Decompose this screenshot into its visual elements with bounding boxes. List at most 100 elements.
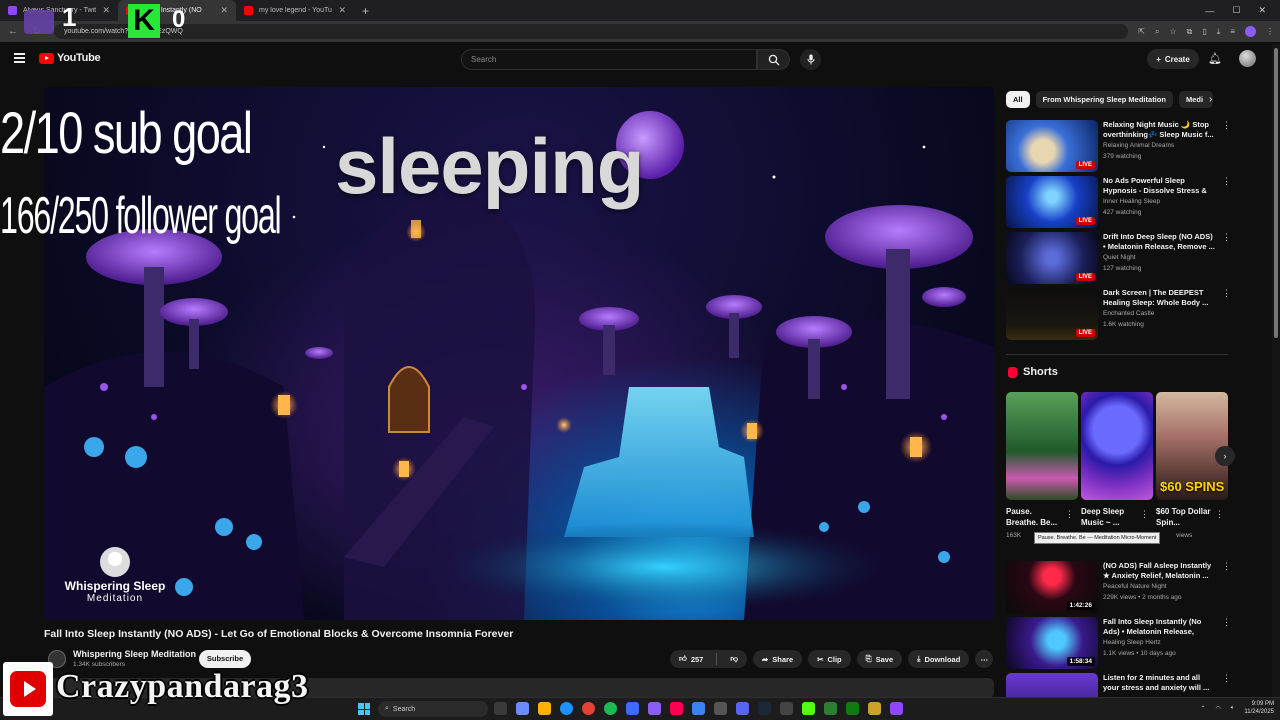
rec-title[interactable]: Listen for 2 minutes and all your stress… [1103, 673, 1215, 693]
rec-title[interactable]: Drift Into Deep Sleep (NO ADS) • Melaton… [1103, 232, 1215, 252]
twitch-icon[interactable] [890, 702, 903, 715]
notifications-bell-icon[interactable]: 🔔︎ [1208, 52, 1222, 65]
more-vert-icon[interactable]: ⋮ [1140, 509, 1149, 520]
more-vert-icon[interactable]: ⋮ [1222, 561, 1231, 572]
chevron-right-icon[interactable]: › [1209, 94, 1212, 105]
scrollbar-thumb[interactable] [1274, 48, 1278, 338]
obs-icon[interactable] [780, 702, 793, 715]
more-vert-icon[interactable]: ⋮ [1222, 176, 1231, 187]
more-vert-icon[interactable]: ⋮ [1222, 232, 1231, 243]
recommendation-item[interactable]: LIVE Dark Screen | The DEEPEST Healing S… [1006, 288, 1231, 340]
tiktok-icon[interactable] [670, 702, 683, 715]
video-thumbnail[interactable]: LIVE [1006, 176, 1098, 228]
rec-title[interactable]: No Ads Powerful Sleep Hypnosis - Dissolv… [1103, 176, 1215, 196]
steam-icon[interactable] [758, 702, 771, 715]
recommendation-item[interactable]: LIVE Drift Into Deep Sleep (NO ADS) • Me… [1006, 232, 1231, 284]
discord-icon[interactable] [736, 702, 749, 715]
tab-close-icon[interactable]: ✕ [338, 5, 346, 16]
short-thumbnail[interactable] [1081, 392, 1153, 500]
task-view-icon[interactable] [494, 702, 507, 715]
clock[interactable]: 9:09 PM 11/24/2025 [1244, 700, 1274, 716]
taskbar-search[interactable]: ⌕ Search [378, 701, 488, 717]
recommendation-item[interactable]: Listen for 2 minutes and all your stress… [1006, 673, 1228, 697]
url-field[interactable]: youtube.com/watch?v=MBN...EzQWQ [54, 24, 1129, 39]
short-thumbnail[interactable]: $60 SPINS [1156, 392, 1228, 500]
recommendation-item[interactable]: 1:58:34 Fall Into Sleep Instantly (No Ad… [1006, 617, 1231, 669]
save-button[interactable]: ⎘ Save [856, 650, 903, 668]
app-icon[interactable] [692, 702, 705, 715]
tab-my-love-legend[interactable]: my love legend - YouTube ✕ [236, 0, 354, 21]
short-title[interactable]: Deep Sleep Music ~ ... [1081, 506, 1139, 528]
more-vert-icon[interactable]: ⋮ [1065, 509, 1074, 520]
search-button[interactable] [757, 49, 790, 70]
windows-start-icon[interactable] [358, 703, 370, 715]
rec-channel[interactable]: Enchanted Castle [1103, 310, 1154, 317]
short-title[interactable]: $60 Top Dollar Spin... [1156, 506, 1214, 528]
more-vert-icon[interactable]: ⋮ [1222, 673, 1228, 684]
app-icon[interactable] [714, 702, 727, 715]
app-icon[interactable] [648, 702, 661, 715]
volume-icon[interactable]: 🔈︎ [1231, 705, 1235, 712]
search-input[interactable]: Search [461, 49, 757, 70]
rec-channel[interactable]: Peaceful Nature Night [1103, 583, 1167, 590]
profile-icon[interactable] [1245, 26, 1256, 37]
create-button[interactable]: + Create [1147, 49, 1199, 69]
share-button[interactable]: ➦ Share [752, 650, 803, 668]
spotify-icon[interactable] [604, 702, 617, 715]
more-actions-button[interactable]: ⋯ [975, 650, 994, 668]
chrome-icon[interactable] [582, 702, 595, 715]
back-icon[interactable]: ← [6, 26, 20, 37]
chip-medi[interactable]: Medi [1178, 91, 1213, 108]
rec-channel[interactable]: Quiet Night [1103, 254, 1136, 261]
hamburger-menu-icon[interactable] [14, 53, 25, 63]
maximize-icon[interactable]: ☐ [1232, 5, 1240, 16]
rec-title[interactable]: Relaxing Night Music 🌙 Stop overthinking… [1103, 120, 1215, 140]
video-thumbnail[interactable]: LIVE [1006, 288, 1098, 340]
rec-title[interactable]: (NO ADS) Fall Asleep Instantly ★ Anxiety… [1103, 561, 1215, 581]
more-vert-icon[interactable]: ⋮ [1222, 288, 1231, 299]
tab-close-icon[interactable]: ✕ [102, 5, 110, 16]
dislike-button[interactable]: 👎︎ [721, 650, 747, 668]
rec-title[interactable]: Dark Screen | The DEEPEST Healing Sleep:… [1103, 288, 1215, 308]
file-explorer-icon[interactable] [538, 702, 551, 715]
download-icon[interactable]: ⤓ [1217, 27, 1221, 37]
chip-all[interactable]: All [1006, 91, 1030, 108]
tab-close-icon[interactable]: ✕ [220, 5, 228, 16]
rec-channel[interactable]: Healing Sleep Hertz [1103, 639, 1161, 646]
minimize-icon[interactable]: — [1205, 6, 1214, 16]
sidebar-icon[interactable]: ▯ [1202, 27, 1206, 36]
tray-chevron-icon[interactable]: ⌃ [1201, 705, 1206, 712]
rec-channel[interactable]: Relaxing Animal Dreams [1103, 142, 1174, 149]
more-vert-icon[interactable]: ⋮ [1215, 509, 1224, 520]
tab-search-icon[interactable]: ≡ [1230, 27, 1235, 36]
more-vert-icon[interactable]: ⋮ [1222, 120, 1231, 131]
menu-icon[interactable]: ⋮ [1266, 27, 1274, 36]
video-thumbnail[interactable]: 1:42:26 [1006, 561, 1098, 613]
kick-icon[interactable] [802, 702, 815, 715]
edge-icon[interactable] [560, 702, 573, 715]
extensions-icon[interactable]: ⧉ [1187, 27, 1193, 37]
close-window-icon[interactable]: ✕ [1258, 5, 1266, 16]
xbox-icon[interactable] [846, 702, 859, 715]
app-icon[interactable] [868, 702, 881, 715]
wifi-icon[interactable]: ◠ [1216, 705, 1221, 712]
voice-search-button[interactable] [800, 49, 821, 70]
short-title[interactable]: Pause. Breathe. Be... [1006, 506, 1064, 528]
tab-twitch[interactable]: Alyeus Sanctuary - Twitch ✕ [0, 0, 118, 21]
install-icon[interactable]: ⇱ [1138, 27, 1145, 36]
zoom-icon[interactable]: ⌕ [1155, 27, 1159, 37]
channel-name[interactable]: Whispering Sleep Meditation [73, 649, 196, 659]
clip-button[interactable]: ✂ Clip [808, 650, 851, 668]
recommendation-item[interactable]: LIVE No Ads Powerful Sleep Hypnosis - Di… [1006, 176, 1231, 228]
rec-title[interactable]: Fall Into Sleep Instantly (No Ads) • Mel… [1103, 617, 1215, 637]
new-tab-icon[interactable]: + [354, 4, 377, 18]
video-thumbnail[interactable]: LIVE [1006, 120, 1098, 172]
recommendation-item[interactable]: LIVE Relaxing Night Music 🌙 Stop overthi… [1006, 120, 1231, 172]
account-avatar[interactable] [1239, 50, 1256, 67]
shorts-next-button[interactable]: › [1215, 446, 1235, 466]
bookmark-star-icon[interactable]: ☆ [1169, 27, 1176, 36]
recommendation-item[interactable]: 1:42:26 (NO ADS) Fall Asleep Instantly ★… [1006, 561, 1231, 613]
video-thumbnail[interactable]: 1:58:34 [1006, 617, 1098, 669]
video-thumbnail[interactable]: LIVE [1006, 232, 1098, 284]
like-button[interactable]: 👍︎ 257 [670, 650, 712, 668]
